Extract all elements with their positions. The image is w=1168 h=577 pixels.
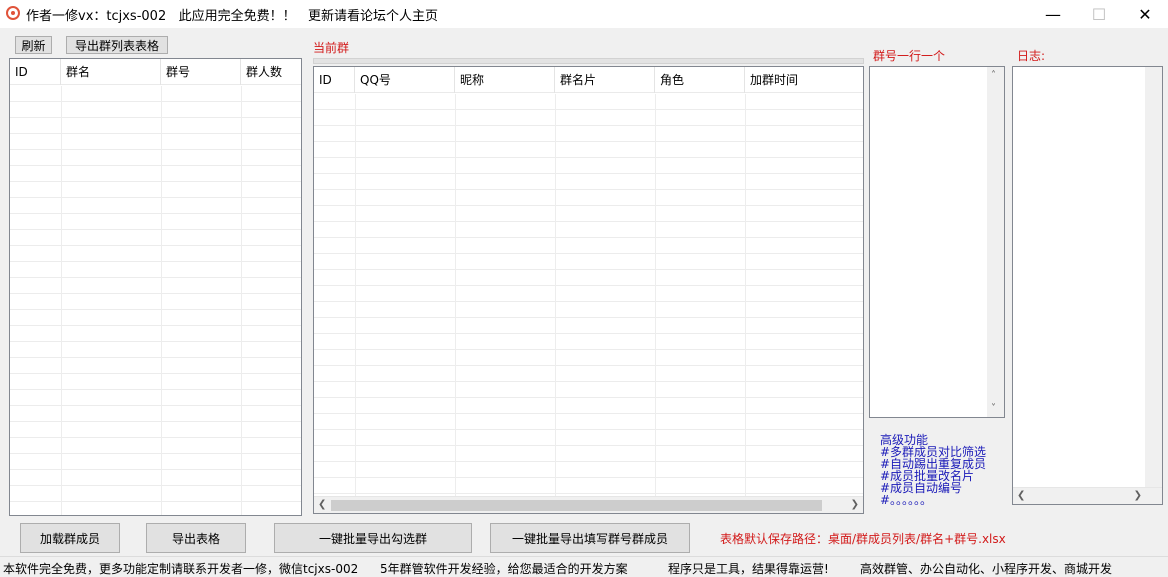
- maximize-button[interactable]: ☐: [1076, 0, 1122, 28]
- column-header-qq[interactable]: QQ号: [355, 67, 455, 93]
- log-hscrollbar[interactable]: ❮ ❯: [1013, 487, 1162, 504]
- status-tool-note: 程序只是工具，结果得靠运营!: [668, 562, 829, 576]
- member-list-hscrollbar[interactable]: ❮ ❯: [314, 496, 863, 513]
- status-bar: 本软件完全免费，更多功能定制请联系开发者一修，微信tcjxs-002 5年群管软…: [0, 556, 1168, 577]
- log-label: 日志:: [1017, 49, 1046, 63]
- log-vscrollbar[interactable]: [1145, 67, 1162, 487]
- group-list-header: ID 群名 群号 群人数: [10, 59, 301, 85]
- current-group-divider: [313, 58, 864, 64]
- column-header-id[interactable]: ID: [314, 67, 355, 93]
- group-list-body[interactable]: [10, 86, 301, 515]
- batch-export-checked-button[interactable]: 一键批量导出勾选群: [274, 523, 472, 553]
- batch-export-filled-button[interactable]: 一键批量导出填写群号群成员: [490, 523, 690, 553]
- chevron-down-icon[interactable]: ˅: [991, 403, 996, 414]
- status-free-notice: 本软件完全免费，更多功能定制请联系开发者一修，微信tcjxs-002: [3, 562, 359, 576]
- window-title: 作者一修vx：tcjxs-002 此应用完全免费！！ 更新请看论坛个人主页: [26, 9, 439, 24]
- chevron-left-icon[interactable]: ❮: [1017, 490, 1025, 501]
- log-output[interactable]: ❮ ❯: [1012, 66, 1163, 505]
- group-numbers-input[interactable]: ˄ ˅: [869, 66, 1005, 418]
- column-header-role[interactable]: 角色: [655, 67, 745, 93]
- column-header-id[interactable]: ID: [10, 59, 61, 85]
- save-path-text: 表格默认保存路径：桌面/群成员列表/群名+群号.xlsx: [720, 532, 1006, 546]
- group-list-table[interactable]: ID 群名 群号 群人数: [9, 58, 302, 516]
- export-group-list-button[interactable]: 导出群列表表格: [66, 36, 168, 54]
- chevron-up-icon[interactable]: ˄: [991, 70, 996, 81]
- status-services: 高效群管、办公自动化、小程序开发、商城开发: [860, 562, 1113, 576]
- chevron-right-icon[interactable]: ❯: [1134, 490, 1142, 501]
- refresh-button[interactable]: 刷新: [15, 36, 52, 54]
- member-list-header: ID QQ号 昵称 群名片 角色 加群时间: [314, 67, 863, 93]
- current-group-label: 当前群: [313, 41, 350, 55]
- close-button[interactable]: ✕: [1122, 0, 1168, 28]
- group-numbers-vscrollbar[interactable]: ˄ ˅: [987, 67, 1004, 417]
- column-header-group-name[interactable]: 群名: [61, 59, 161, 85]
- chevron-left-icon[interactable]: ❮: [318, 499, 326, 510]
- member-list-table[interactable]: ID QQ号 昵称 群名片 角色 加群时间 ❮ ❯: [313, 66, 864, 514]
- column-header-group-number[interactable]: 群号: [161, 59, 241, 85]
- chevron-right-icon[interactable]: ❯: [851, 499, 859, 510]
- title-bar: 作者一修vx：tcjxs-002 此应用完全免费！！ 更新请看论坛个人主页 — …: [0, 0, 1168, 28]
- advanced-features-list: 高级功能 #多群成员对比筛选 #自动踢出重复成员 #成员批量改名片 #成员自动编…: [880, 434, 986, 506]
- minimize-button[interactable]: —: [1030, 0, 1076, 28]
- column-header-member-count[interactable]: 群人数: [241, 59, 301, 85]
- export-table-button[interactable]: 导出表格: [146, 523, 246, 553]
- app-logo-icon: [6, 6, 20, 20]
- column-header-nickname[interactable]: 昵称: [455, 67, 555, 93]
- member-list-body[interactable]: [314, 94, 863, 496]
- status-experience: 5年群管软件开发经验，给您最适合的开发方案: [380, 562, 628, 576]
- hscroll-thumb[interactable]: [331, 500, 822, 511]
- group-numbers-label: 群号一行一个: [873, 49, 946, 63]
- feature-item: #。。。。。。: [880, 493, 933, 507]
- column-header-join-time[interactable]: 加群时间: [745, 67, 863, 93]
- load-members-button[interactable]: 加载群成员: [20, 523, 120, 553]
- column-header-group-card[interactable]: 群名片: [555, 67, 655, 93]
